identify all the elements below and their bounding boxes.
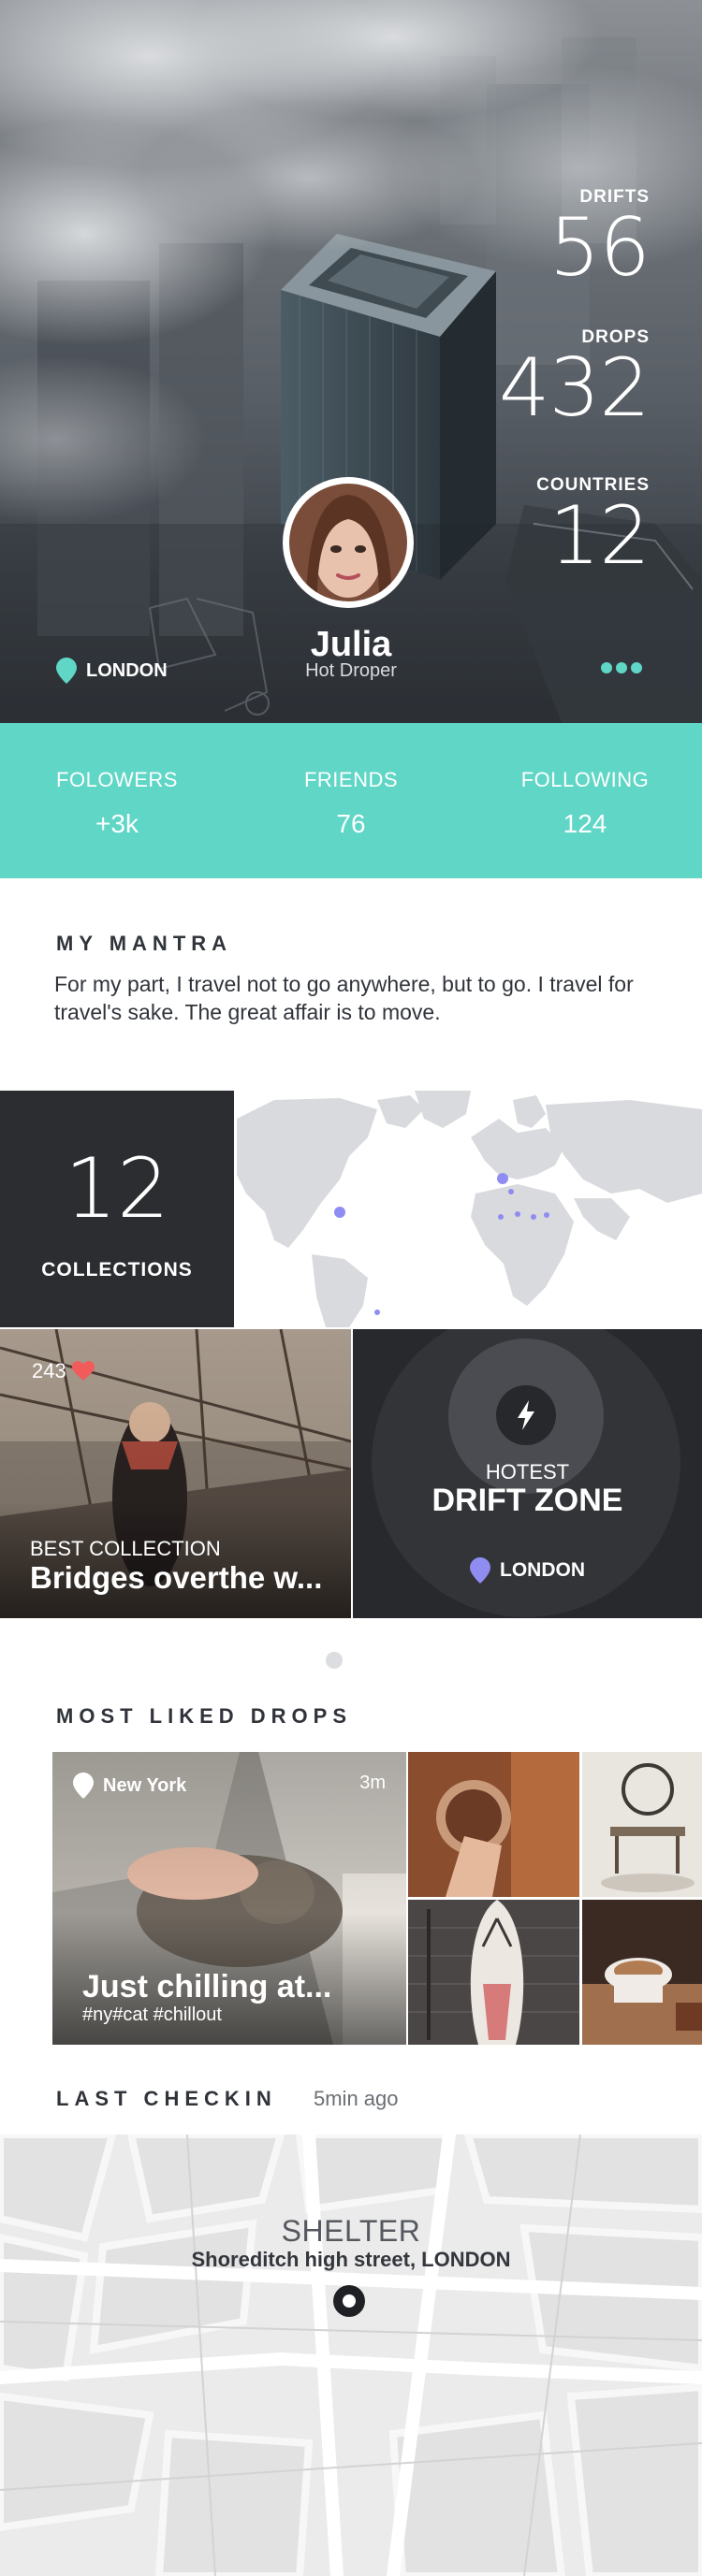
drop-location[interactable]: New York — [73, 1773, 186, 1799]
mirror-photo — [408, 1752, 579, 1897]
avatar-photo — [289, 484, 407, 601]
lightning-bolt-icon — [496, 1385, 556, 1445]
drop-thumbnail[interactable] — [582, 1900, 702, 2045]
more-options-icon[interactable] — [601, 662, 642, 673]
profile-location-label: LONDON — [86, 659, 168, 681]
world-map-graphic — [237, 1091, 702, 1327]
drifts-stat: DRIFTS 56 — [548, 187, 651, 295]
best-collection-label: BEST COLLECTION — [30, 1537, 221, 1560]
last-checkin-title: LAST CHECKIN — [56, 2087, 277, 2110]
heart-icon — [71, 1361, 95, 1381]
most-liked-title: MOST LIKED DROPS — [56, 1704, 353, 1728]
friends-stat[interactable]: FRIENDS 76 — [234, 723, 468, 878]
hotest-location-label: LONDON — [500, 1559, 585, 1581]
coffee-photo — [582, 1900, 702, 2045]
drop-city: New York — [103, 1774, 187, 1796]
drop-thumbnail[interactable] — [408, 1900, 579, 2045]
location-pin-icon — [470, 1557, 490, 1584]
hotest-title: DRIFT ZONE — [431, 1483, 623, 1518]
paddleboard-photo — [408, 1900, 579, 2045]
best-collection-likes[interactable]: 243 — [32, 1359, 95, 1383]
following-label: FOLLOWING — [520, 768, 650, 791]
collections-count: 12 — [65, 1140, 169, 1237]
followers-label: FOLOWERS — [56, 768, 178, 791]
followers-stat[interactable]: FOLOWERS +3k — [0, 723, 234, 878]
map-location-marker-icon[interactable] — [333, 2285, 365, 2317]
profile-header: DRIFTS 56 DROPS 432 COUNTRIES 12 Julia H… — [0, 0, 702, 723]
featured-drop-card[interactable]: New York 3m Just chilling at... #ny#cat … — [52, 1752, 406, 2045]
checkin-place-name: SHELTER — [281, 2214, 421, 2248]
interior-photo — [582, 1752, 702, 1897]
following-value: 124 — [563, 809, 607, 838]
drifts-value: 56 — [548, 201, 651, 295]
drop-time: 3m — [359, 1773, 386, 1793]
checkin-map[interactable] — [0, 2135, 702, 2576]
drop-title: Just chilling at... — [82, 1969, 332, 2004]
friends-label: FRIENDS — [303, 768, 399, 791]
friends-value: 76 — [336, 809, 366, 838]
avatar[interactable] — [283, 477, 414, 608]
mantra-text: For my part, I travel not to go anywhere… — [54, 972, 634, 1024]
countries-value: 12 — [548, 489, 651, 583]
collections-label: COLLECTIONS — [41, 1259, 193, 1281]
following-stat[interactable]: FOLLOWING 124 — [468, 723, 702, 878]
profile-location[interactable]: LONDON — [56, 658, 168, 684]
location-pin-icon — [73, 1773, 94, 1799]
collections-card[interactable]: 12 COLLECTIONS — [0, 1091, 234, 1327]
location-pin-icon — [56, 658, 77, 684]
mantra-title: MY MANTRA — [56, 932, 233, 955]
world-map[interactable] — [237, 1091, 702, 1327]
street-map-graphic — [0, 2135, 702, 2576]
hotest-location[interactable]: LONDON — [353, 1557, 702, 1584]
checkin-address: Shoreditch high street, LONDON — [191, 2248, 511, 2271]
drop-thumbnail[interactable] — [582, 1752, 702, 1897]
map-marker-newyork — [334, 1207, 345, 1218]
best-collection-title: Bridges overthe w... — [30, 1560, 323, 1595]
followers-value: +3k — [95, 809, 139, 838]
hotest-drift-zone-card[interactable]: HOTEST DRIFT ZONE LONDON — [353, 1329, 702, 1618]
drops-stat: DROPS 432 — [498, 327, 651, 435]
likes-count: 243 — [32, 1359, 66, 1382]
map-marker-london — [497, 1173, 508, 1184]
drops-value: 432 — [498, 341, 651, 435]
social-stats-bar: FOLOWERS +3k FRIENDS 76 FOLLOWING 124 — [0, 723, 702, 878]
hotest-label: HOTEST — [485, 1460, 570, 1483]
drop-tags: #ny#cat #chillout — [82, 2004, 222, 2025]
drop-thumbnail[interactable] — [408, 1752, 579, 1897]
pagination-dot[interactable] — [326, 1652, 343, 1669]
best-collection-card[interactable]: 243 BEST COLLECTION Bridges overthe w... — [0, 1329, 351, 1618]
last-checkin-time: 5min ago — [314, 2087, 399, 2110]
countries-stat: COUNTRIES 12 — [536, 475, 651, 583]
